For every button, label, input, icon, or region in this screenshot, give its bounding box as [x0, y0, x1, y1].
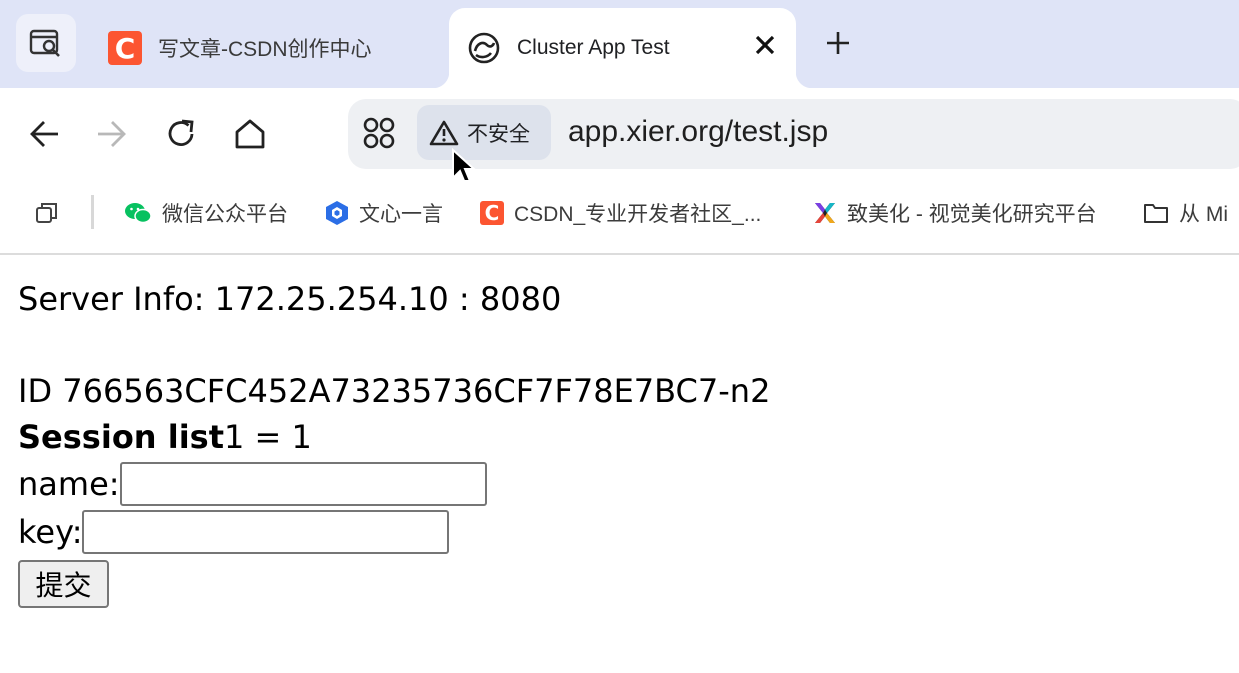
plus-icon [827, 32, 849, 54]
tab-search-button[interactable] [16, 14, 76, 72]
back-button[interactable] [21, 110, 69, 158]
new-tab-button[interactable] [812, 20, 864, 66]
site-security-chip[interactable]: 不安全 [417, 105, 551, 160]
bookmark-label: 致美化 - 视觉美化研究平台 [847, 203, 1097, 226]
tab-title: Cluster App Test [517, 36, 670, 59]
close-tab-button[interactable] [750, 30, 780, 60]
apps-button[interactable] [362, 116, 396, 155]
close-icon [755, 35, 775, 55]
bookmark-label: 微信公众平台 [162, 203, 288, 226]
zhimeihua-icon [815, 203, 835, 223]
globe-swirl-icon [468, 32, 500, 64]
submit-button[interactable]: 提交 [18, 560, 109, 608]
session-id-text: ID 766563CFC452A73235736CF7F78E7BC7-n2 [18, 372, 771, 410]
bookmark-label: CSDN_专业开发者社区_... [514, 203, 762, 226]
tab-strip: C 写文章-CSDN创作中心 Cluster App Test [0, 0, 1239, 88]
key-label: key: [18, 513, 83, 551]
arrow-left-icon [30, 121, 58, 147]
bookmark-wenxin[interactable]: 文心一言 [325, 196, 443, 230]
csdn-logo-icon: C [108, 31, 142, 65]
address-bar[interactable]: 不安全 app.xier.org/test.jsp [348, 99, 1239, 169]
security-label: 不安全 [467, 122, 530, 146]
server-info-text: Server Info: 172.25.254.10 : 8080 [18, 280, 562, 318]
bookmark-csdn[interactable]: C CSDN_专业开发者社区_... [480, 196, 761, 230]
csdn-logo-icon: C [480, 201, 504, 225]
bookmarks-bar: 微信公众平台 文心一言 C CSDN_专业开发者社区_... 致美化 - 视觉美… [0, 180, 1239, 255]
bookmark-zhimeihua[interactable]: 致美化 - 视觉美化研究平台 [813, 196, 1097, 230]
reload-button[interactable] [157, 110, 205, 158]
key-row: key: [18, 508, 1218, 556]
copy-tabs-icon [36, 203, 57, 223]
name-label: name: [18, 465, 120, 503]
home-button[interactable] [226, 110, 274, 158]
key-input[interactable] [82, 510, 450, 554]
bookmark-label: 文心一言 [359, 203, 443, 226]
name-input[interactable] [119, 462, 487, 506]
url-text[interactable]: app.xier.org/test.jsp [568, 115, 828, 149]
warning-icon [429, 120, 459, 145]
bookmark-folder[interactable]: 从 Mi [1143, 196, 1228, 230]
tab-cluster-app-test[interactable]: Cluster App Test [433, 8, 812, 88]
bookmarks-divider [91, 195, 94, 229]
wechat-icon [125, 203, 152, 224]
folder-icon [1144, 204, 1168, 223]
tab-search-icon [29, 29, 60, 57]
session-list-value: 1 = 1 [224, 418, 312, 456]
forward-button[interactable] [87, 110, 135, 158]
page-content: Server Info: 172.25.254.10 : 8080 ID 766… [18, 276, 1218, 608]
toolbar: 不安全 app.xier.org/test.jsp [0, 88, 1239, 180]
session-list-label: Session list [18, 418, 224, 456]
tab-groups-button[interactable] [34, 200, 60, 231]
arrow-right-icon [98, 121, 126, 147]
reload-icon [168, 119, 194, 146]
tab-csdn-editor[interactable]: C 写文章-CSDN创作中心 [94, 8, 439, 88]
home-icon [235, 119, 265, 149]
wenxin-icon [326, 201, 348, 225]
bookmark-wechat[interactable]: 微信公众平台 [124, 196, 288, 230]
bookmark-label: 从 Mi [1179, 203, 1228, 226]
apps-grid-icon [363, 117, 395, 149]
tab-title: 写文章-CSDN创作中心 [158, 38, 372, 61]
session-list-line: Session list1 = 1 [18, 414, 1218, 460]
name-row: name: [18, 460, 1218, 508]
